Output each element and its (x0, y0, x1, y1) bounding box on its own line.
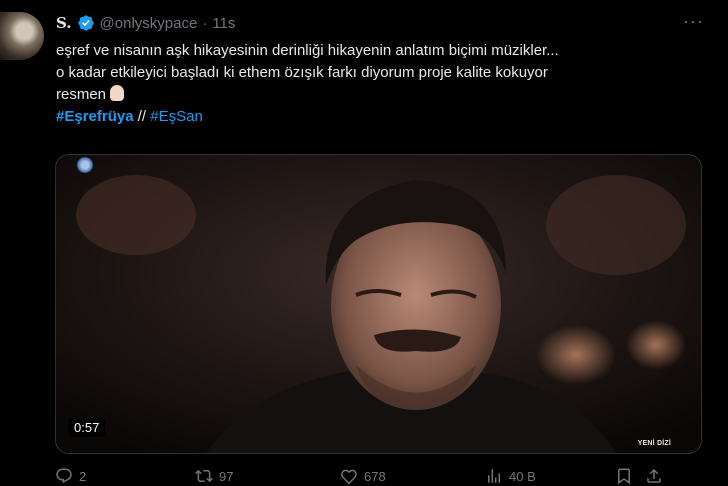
more-icon[interactable]: ··· (683, 12, 704, 30)
share-button[interactable] (645, 467, 675, 485)
separator-dot: · (202, 14, 208, 32)
handle[interactable]: @onlyskypace (100, 15, 198, 32)
channel-logo (76, 157, 94, 173)
like-count: 678 (364, 468, 386, 484)
views-count: 40 B (509, 468, 536, 484)
tweet-text-line: resmen (56, 84, 716, 106)
retweet-count: 97 (219, 468, 234, 484)
reply-button[interactable]: 2 (55, 467, 195, 485)
tweet-text-line: eşref ve nisanın aşk hikayesinin derinli… (56, 42, 559, 59)
video-player[interactable]: 0:57 YENİ DİZİ (55, 154, 702, 454)
share-icon (647, 468, 661, 483)
retweet-icon (195, 469, 213, 483)
avatar[interactable] (0, 12, 44, 60)
bookmark-icon (618, 468, 630, 485)
video-frame (56, 155, 701, 453)
tweet-text: eşref ve nisanın aşk hikayesinin derinli… (56, 40, 716, 128)
verified-badge-icon (77, 15, 94, 31)
tweet-text-last: resmen (56, 86, 107, 103)
views-icon (488, 469, 500, 483)
hand-emoji-icon (110, 85, 125, 101)
action-bar: 2 97 678 40 B (55, 466, 705, 486)
hashtag-separator: // (137, 108, 147, 125)
video-watermark: YENİ DİZİ (637, 440, 671, 447)
hashtag-essan[interactable]: #EşSan (150, 108, 203, 125)
bookmark-button[interactable] (615, 467, 645, 485)
retweet-button[interactable]: 97 (195, 467, 340, 485)
tweet-header: S. @onlyskypace · 11s (56, 12, 235, 34)
hashtag-esrefruya[interactable]: #Eşrefrüya (56, 108, 134, 125)
views-button[interactable]: 40 B (485, 467, 615, 485)
reply-count: 2 (79, 468, 87, 484)
like-icon (341, 469, 357, 485)
display-name[interactable]: S. (56, 14, 72, 32)
timestamp[interactable]: 11s (212, 15, 235, 32)
like-button[interactable]: 678 (340, 467, 485, 485)
tweet-text-line: o kadar etkileyici başladı ki ethem özış… (56, 64, 548, 81)
reply-icon (56, 468, 72, 484)
hashtags: #Eşrefrüya // #EşSan (56, 106, 716, 128)
video-duration: 0:57 (68, 418, 106, 437)
